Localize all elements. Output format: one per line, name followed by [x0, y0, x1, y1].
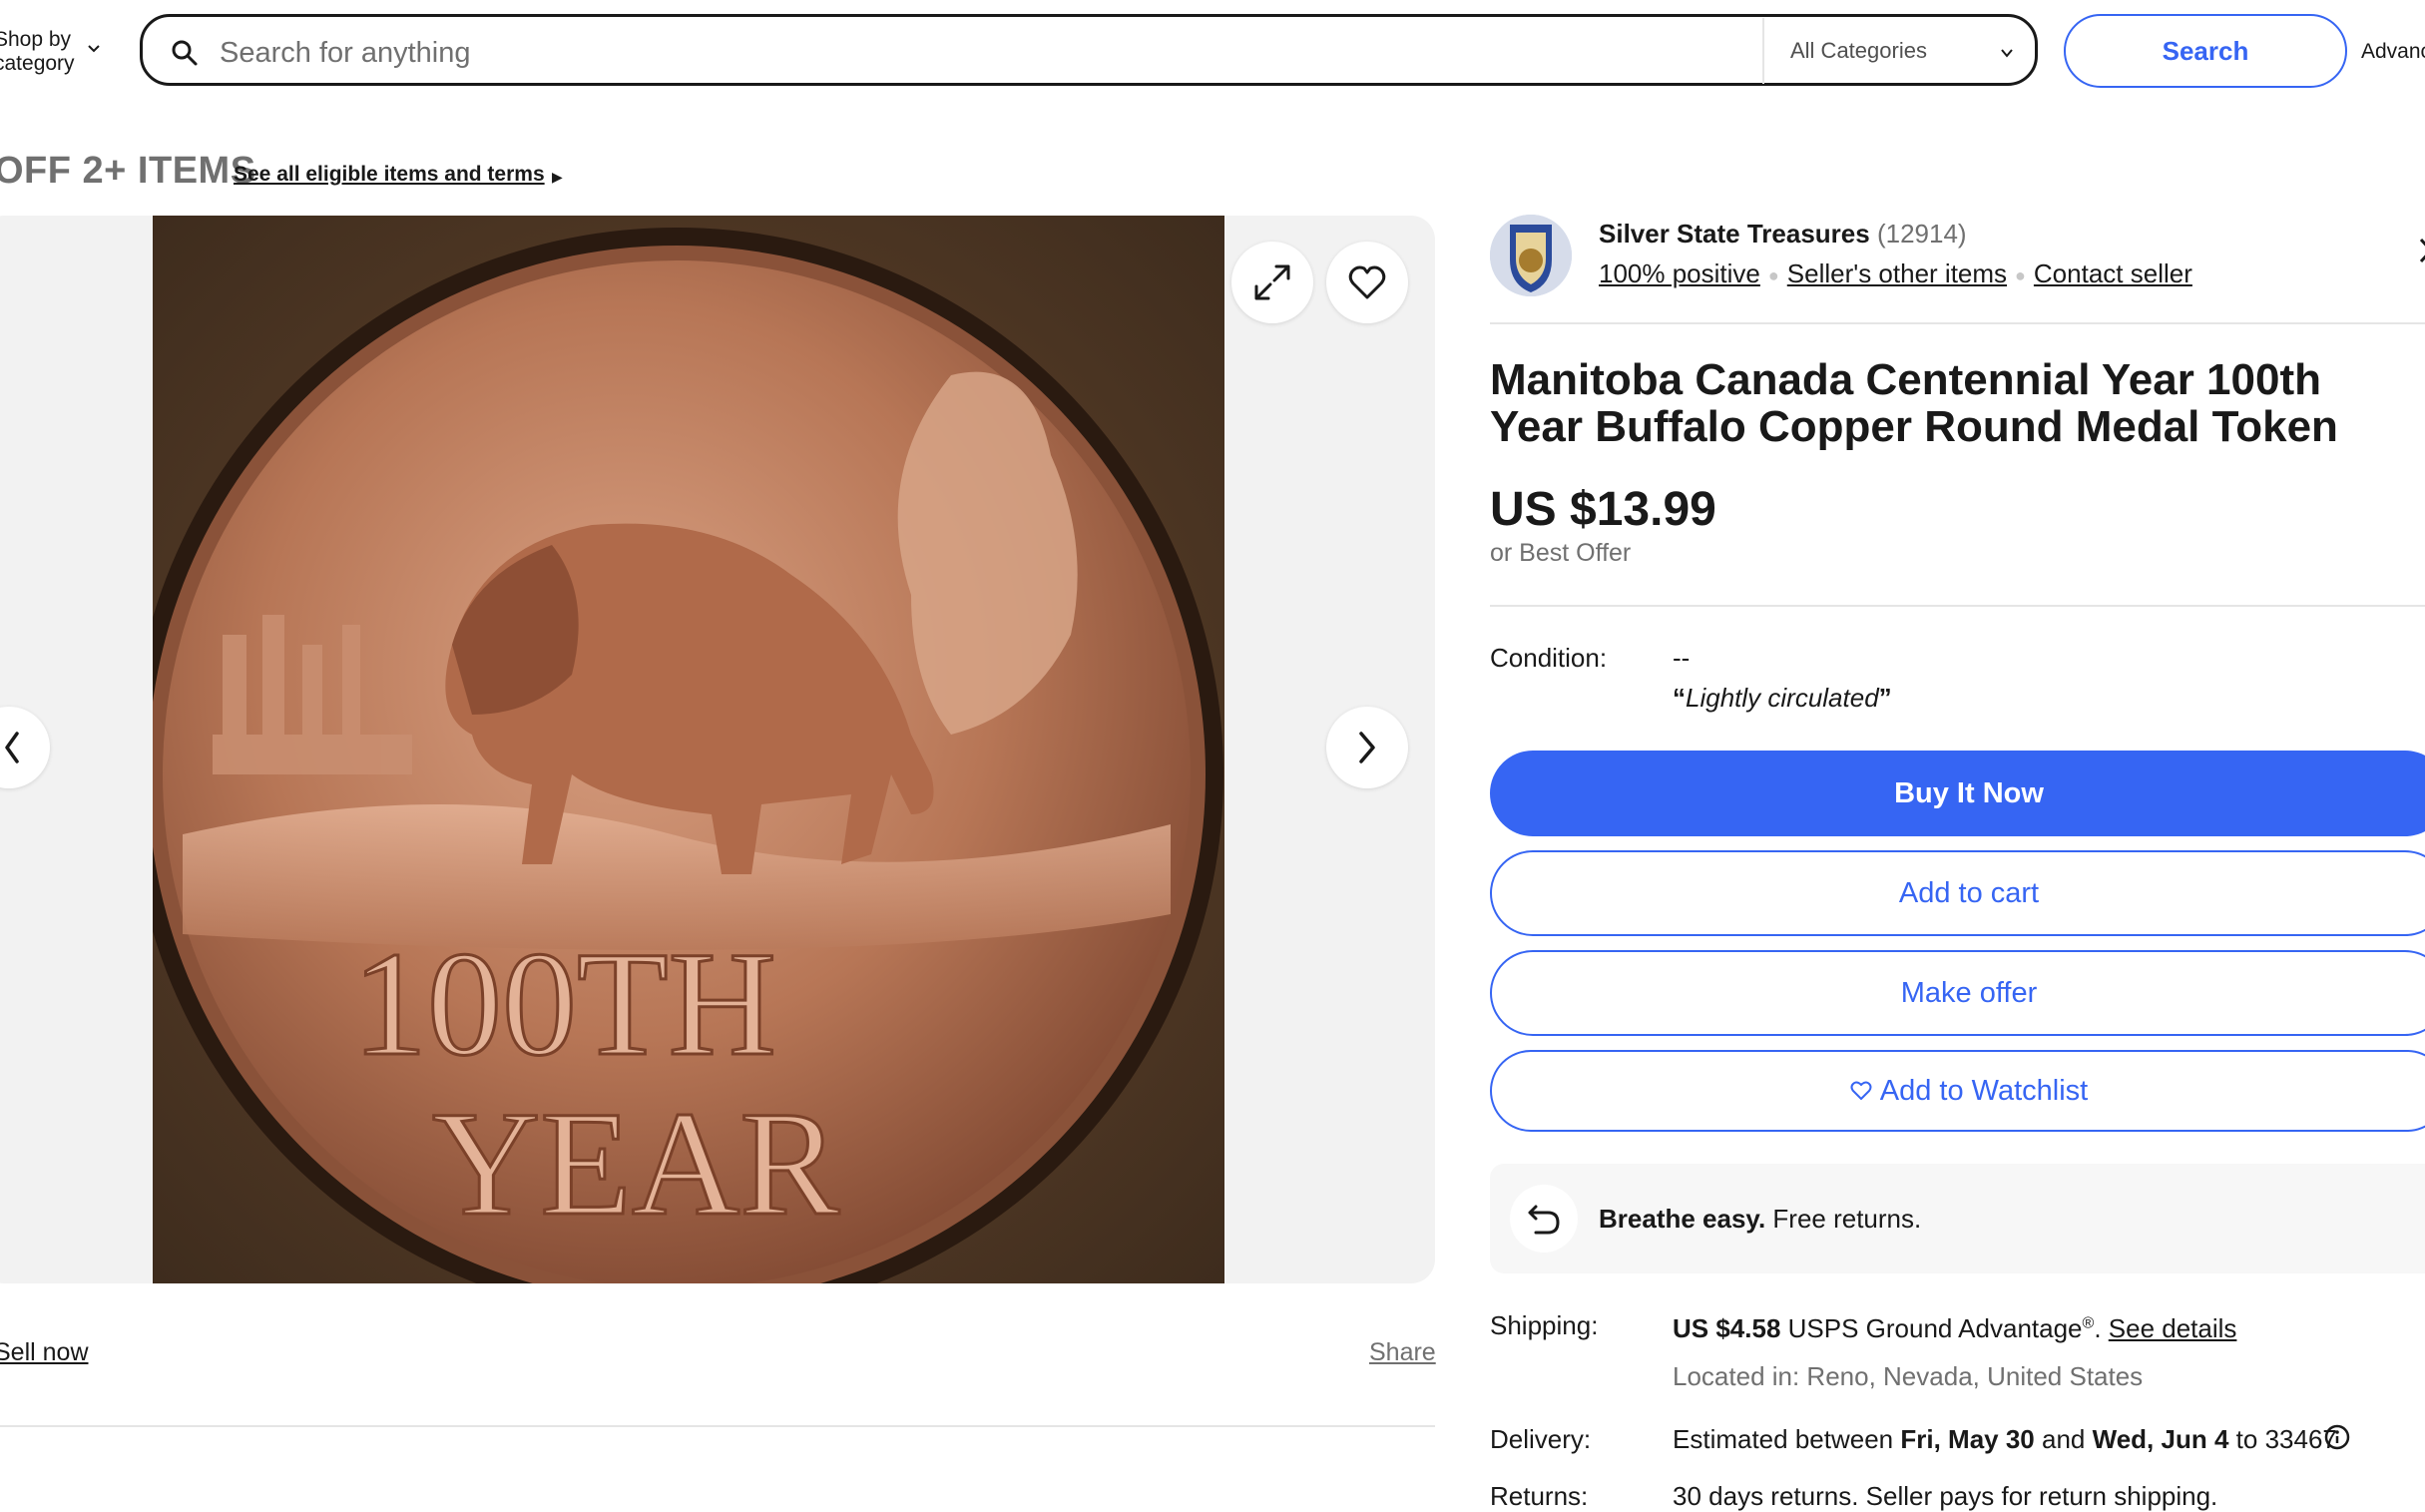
- chevron-down-icon: [88, 45, 100, 53]
- delivery-zip: to 33467: [2235, 1424, 2337, 1454]
- category-select[interactable]: All Categories: [1790, 38, 1927, 64]
- feedback-count: (12914): [1876, 219, 1967, 249]
- registered-mark: ®: [2082, 1314, 2095, 1332]
- returns-plain: Free returns.: [1772, 1204, 1922, 1234]
- seller-avatar[interactable]: [1490, 215, 1572, 296]
- returns-bold: Breathe easy.: [1599, 1204, 1766, 1234]
- divider: [0, 1425, 1435, 1427]
- search-icon: [172, 40, 198, 66]
- best-offer-note: or Best Offer: [1490, 539, 1632, 567]
- delivery-estimate: Estimated between Fri, May 30 and Wed, J…: [1673, 1424, 2337, 1455]
- promo-title: OFF 2+ ITEMS: [0, 150, 256, 192]
- seller-logo-icon: [1490, 215, 1572, 296]
- separator-dot: ●: [1767, 264, 1779, 285]
- separator-dot: ●: [2015, 264, 2026, 285]
- item-photo[interactable]: 100TH YEAR: [153, 216, 1224, 1283]
- returns-text: Breathe easy. Free returns.: [1599, 1204, 1921, 1235]
- seller-links: 100% positive ● Seller's other items ● Conta…: [1599, 258, 2192, 289]
- seller-other-items-link[interactable]: Seller's other items: [1787, 258, 2007, 288]
- search-button[interactable]: Search: [2064, 14, 2347, 88]
- delivery-date-to: Wed, Jun 4: [2092, 1424, 2229, 1454]
- next-image-button[interactable]: [1326, 707, 1408, 788]
- delivery-and: and: [2042, 1424, 2086, 1454]
- shipping-label: Shipping:: [1490, 1310, 1599, 1340]
- divider: [1490, 322, 2425, 324]
- share-link[interactable]: Share: [1369, 1338, 1436, 1367]
- divider: [1762, 18, 1764, 84]
- positive-feedback-link[interactable]: 100% positive: [1599, 258, 1760, 288]
- condition-label: Condition:: [1490, 643, 1608, 673]
- delivery-label: Delivery:: [1490, 1424, 1592, 1454]
- heart-icon: [1850, 1081, 1872, 1101]
- delivery-date-from: Fri, May 30: [1900, 1424, 2035, 1454]
- info-icon[interactable]: [2323, 1423, 2351, 1451]
- returns-policy: 30 days returns. Seller pays for return …: [1673, 1481, 2218, 1511]
- item-price: US $13.99: [1490, 483, 1716, 536]
- add-to-watchlist-button[interactable]: Add to Watchlist: [1490, 1050, 2425, 1132]
- shipping-cost: US $4.58: [1673, 1313, 1781, 1343]
- medal-text-top: 100TH: [352, 921, 776, 1087]
- expand-button[interactable]: [1231, 242, 1313, 323]
- seller-name-text: Silver State Treasures: [1599, 219, 1870, 249]
- heart-icon: [1348, 265, 1386, 299]
- watchlist-heart-button[interactable]: [1326, 242, 1408, 323]
- close-icon[interactable]: [2419, 236, 2425, 265]
- condition-value: --: [1673, 643, 1691, 673]
- contact-seller-link[interactable]: Contact seller: [2034, 258, 2192, 288]
- condition-note: “Lightly circulated”: [1673, 683, 1892, 713]
- chevron-left-icon: [5, 732, 19, 763]
- delivery-prefix: Estimated between: [1673, 1424, 1894, 1454]
- buy-it-now-button[interactable]: Buy It Now: [1490, 751, 2425, 836]
- medal-image: 100TH YEAR: [153, 216, 1224, 1283]
- return-arrow-icon: [1510, 1185, 1578, 1253]
- arrow-right-icon: ▶: [552, 169, 563, 185]
- add-to-cart-button[interactable]: Add to cart: [1490, 850, 2425, 936]
- seller-name[interactable]: Silver State Treasures (12914): [1599, 219, 1967, 250]
- watchlist-label: Add to Watchlist: [1879, 1074, 2089, 1107]
- shipping-details: US $4.58 USPS Ground Advantage®. See det…: [1673, 1313, 2237, 1343]
- chevron-down-icon: [2001, 49, 2013, 58]
- expand-icon: [1254, 264, 1290, 300]
- returns-label: Returns:: [1490, 1481, 1589, 1511]
- chevron-right-icon: [1359, 732, 1375, 763]
- eligible-items-link[interactable]: See all eligible items and terms: [234, 163, 545, 187]
- condition-note-text: Lightly circulated: [1686, 683, 1879, 713]
- search-input[interactable]: [218, 26, 1748, 80]
- item-title: Manitoba Canada Centennial Year 100th Ye…: [1490, 355, 2338, 451]
- divider: [1490, 605, 2425, 607]
- medal-text-bottom: YEAR: [432, 1081, 839, 1247]
- see-details-link[interactable]: See details: [2109, 1313, 2237, 1343]
- advanced-search-link[interactable]: Advanced: [2361, 40, 2425, 64]
- sell-now-link[interactable]: Sell now: [0, 1338, 89, 1367]
- item-location: Located in: Reno, Nevada, United States: [1673, 1361, 2144, 1391]
- make-offer-button[interactable]: Make offer: [1490, 950, 2425, 1036]
- shipping-service: USPS Ground Advantage: [1787, 1313, 2083, 1343]
